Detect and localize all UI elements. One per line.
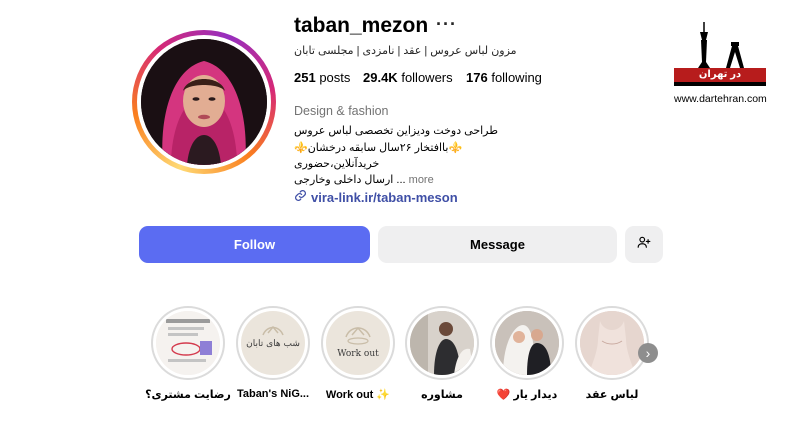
highlight-cover: Work out (326, 311, 390, 375)
bio-line: خریدآنلاین،حضوری (294, 158, 380, 170)
following-count[interactable]: 176 following (466, 70, 542, 85)
highlight-cover (580, 311, 644, 375)
avatar-border (137, 35, 271, 169)
highlight-cover: شب های تابان (241, 311, 305, 375)
highlight-item[interactable]: شب های تابان Taban's NiG... (236, 306, 310, 400)
bio-line: ⚜️باافتخار ۲۶سال سابقه درخشان⚜️ (294, 142, 463, 154)
highlight-cover (410, 311, 474, 375)
watermark-text: در تهران (698, 69, 742, 80)
highlight-label: لباس عقد (585, 389, 639, 401)
highlight-ring (490, 306, 564, 380)
followers-label: followers (401, 70, 453, 85)
follow-button[interactable]: Follow (139, 226, 370, 263)
highlight-ring (575, 306, 649, 380)
bio-more-link[interactable]: more (409, 174, 434, 186)
posts-label: posts (319, 70, 351, 85)
full-name: مزون لباس عروس | عقد | نامزدی | مجلسی تا… (294, 45, 517, 57)
message-button[interactable]: Message (378, 226, 617, 263)
add-person-icon (637, 235, 651, 254)
watermark-url: www.dartehran.com (674, 93, 767, 105)
profile-category: Design & fashion (294, 104, 389, 118)
bio-line: طراحی دوخت ودیزاین تخصصی لباس عروس (294, 125, 499, 137)
highlight-cover (156, 311, 220, 375)
profile-link[interactable]: vira-link.ir/taban-meson (294, 189, 458, 205)
chevron-right-icon[interactable]: › (638, 343, 658, 363)
profile-avatar[interactable] (132, 30, 276, 174)
followers-value: 29.4K (363, 70, 398, 85)
link-icon (294, 189, 307, 205)
suggested-accounts-button[interactable] (625, 226, 663, 263)
highlight-cover-text: شب های تابان (246, 339, 300, 349)
link-text: vira-link.ir/taban-meson (311, 189, 458, 205)
highlight-item[interactable]: ❤️ دیدار یار (490, 306, 564, 401)
highlight-cover (495, 311, 559, 375)
bio-text: ارسال داخلی وخارجی ... (294, 174, 406, 186)
posts-value: 251 (294, 70, 316, 85)
username: taban_mezon (294, 14, 429, 37)
avatar-photo (141, 39, 267, 165)
highlight-cover-text: Work out (337, 349, 379, 359)
highlight-item[interactable]: لباس عقد (575, 306, 649, 401)
posts-count: 251 posts (294, 70, 350, 85)
highlight-ring: Work out (321, 306, 395, 380)
highlight-ring: شب های تابان (236, 306, 310, 380)
highlight-item[interactable]: رضایت مشتری؟ (145, 306, 231, 401)
highlight-ring (405, 306, 479, 380)
followers-count[interactable]: 29.4K followers (363, 70, 453, 85)
highlight-item[interactable]: مشاوره (405, 306, 479, 401)
following-value: 176 (466, 70, 488, 85)
more-options-icon[interactable]: ··· (436, 14, 457, 35)
highlight-ring (151, 306, 225, 380)
bio-line-last: ارسال داخلی وخارجی ... more (294, 173, 434, 186)
following-label: following (491, 70, 542, 85)
highlight-item[interactable]: Work out Work out ✨ (321, 306, 395, 401)
